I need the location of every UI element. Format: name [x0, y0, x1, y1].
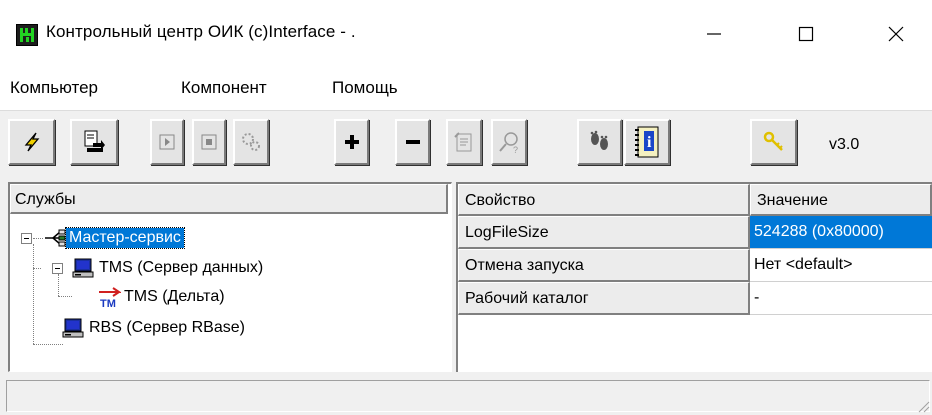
key-button[interactable] [750, 119, 797, 165]
toolbar: ? i v3.0 [0, 110, 932, 179]
resize-grip-icon[interactable] [914, 397, 930, 413]
app-logo-icon [16, 24, 38, 46]
play-icon [159, 134, 175, 150]
tree-node-label: TMS (Сервер данных) [99, 259, 264, 276]
services-tree[interactable]: Службы Мастер-сервис TMS (Сервер данных)… [8, 182, 452, 372]
window-title: Контрольный центр ОИК (c)Interface - . [46, 22, 356, 41]
connect-button[interactable] [8, 119, 55, 165]
version-label: v3.0 [829, 136, 860, 153]
minimize-icon [707, 33, 721, 35]
minimize-button[interactable] [684, 8, 744, 60]
plus-icon [344, 135, 359, 149]
tree-node-tms-delta[interactable]: TM TMS (Дельта) [97, 286, 228, 308]
key-icon [763, 131, 783, 151]
menu-bar: Компьютер Компонент Помощь [0, 68, 932, 110]
maximize-icon [798, 26, 814, 42]
users-button[interactable] [577, 119, 622, 165]
menu-computer[interactable]: Компьютер [10, 78, 98, 98]
tree-connector [58, 296, 72, 297]
properties-icon [454, 132, 472, 152]
import-document-icon [84, 130, 105, 152]
property-value-cell[interactable]: 524288 (0x80000) [750, 216, 932, 249]
tree-connector [33, 238, 43, 239]
network-hub-icon [45, 229, 66, 247]
column-header-value[interactable]: Значение [750, 184, 932, 216]
search-help-icon: ? [499, 132, 518, 154]
start-button[interactable] [150, 119, 184, 165]
restart-button[interactable] [233, 119, 269, 165]
tree-node-label: RBS (Сервер RBase) [89, 319, 245, 336]
tree-node-label: Мастер-сервис [65, 227, 185, 249]
main-window: Контрольный центр ОИК (c)Interface - . К… [0, 0, 932, 415]
tree-node-tms-data-server[interactable]: TMS (Сервер данных) [72, 258, 266, 278]
tm-delta-icon: TM [99, 287, 121, 308]
lightning-icon [24, 132, 39, 152]
collapse-toggle[interactable] [21, 233, 32, 244]
computer-icon [62, 318, 84, 338]
minus-icon [405, 140, 420, 144]
tree-connector [33, 268, 41, 269]
info-button[interactable]: i [624, 119, 670, 165]
find-button[interactable]: ? [491, 119, 527, 165]
tree-header[interactable]: Службы [10, 184, 448, 214]
svg-text:i: i [647, 134, 652, 151]
tree-node-master-service[interactable]: Мастер-сервис [44, 227, 185, 249]
status-panel [6, 380, 930, 412]
footprints-icon [590, 130, 608, 150]
collapse-toggle[interactable] [52, 263, 63, 274]
close-button[interactable] [866, 8, 926, 60]
property-name-cell[interactable]: LogFileSize [458, 216, 750, 249]
import-button[interactable] [70, 119, 118, 165]
computer-icon [72, 258, 94, 278]
tree-connector [33, 244, 34, 344]
property-value-cell[interactable]: Нет <default> [750, 249, 932, 282]
tree-node-label: TMS (Дельта) [124, 288, 225, 305]
status-bar [0, 376, 932, 415]
properties-button[interactable] [446, 119, 482, 165]
add-button[interactable] [334, 119, 369, 165]
stop-icon [201, 134, 217, 150]
property-name-cell[interactable]: Отмена запуска [458, 249, 750, 282]
properties-grid[interactable]: Свойство Значение LogFileSize 524288 (0x… [456, 182, 932, 372]
menu-component[interactable]: Компонент [181, 78, 267, 98]
stop-button[interactable] [192, 119, 226, 165]
menu-help[interactable]: Помощь [332, 78, 398, 98]
title-bar[interactable]: Контрольный центр ОИК (c)Interface - . [0, 0, 932, 68]
property-value-cell[interactable]: - [750, 282, 932, 315]
tree-connector [33, 344, 63, 345]
tree-node-rbs-server[interactable]: RBS (Сервер RBase) [62, 318, 248, 338]
maximize-button[interactable] [776, 8, 836, 60]
remove-button[interactable] [395, 119, 430, 165]
gears-icon [242, 133, 260, 151]
info-book-icon: i [635, 126, 659, 158]
svg-text:TM: TM [100, 298, 116, 308]
column-header-property[interactable]: Свойство [458, 184, 750, 216]
property-name-cell[interactable]: Рабочий каталог [458, 282, 750, 315]
close-icon [888, 26, 904, 42]
tree-connector [58, 274, 59, 296]
svg-text:?: ? [513, 145, 518, 154]
